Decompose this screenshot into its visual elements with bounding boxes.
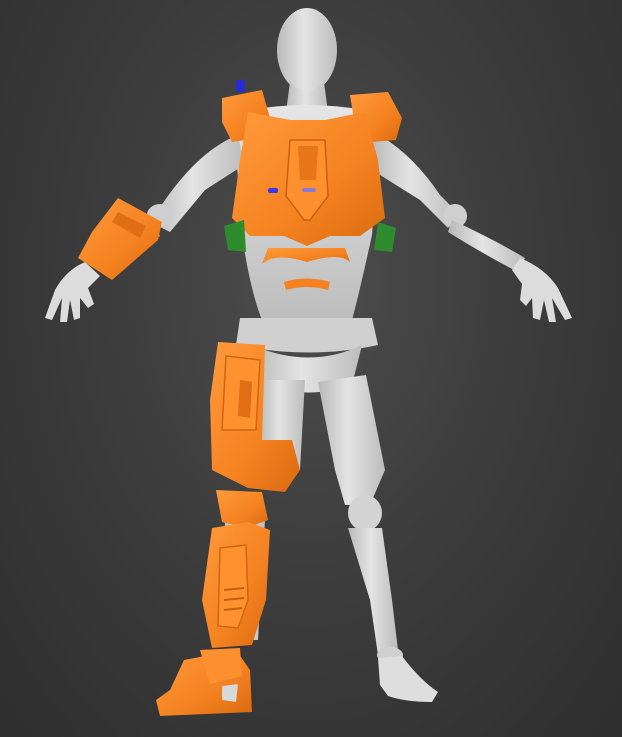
- blue-marker-icon: [236, 80, 245, 92]
- mannequin-knee-right: [348, 495, 382, 531]
- armor-thigh-groove: [238, 380, 252, 418]
- 3d-viewport[interactable]: [0, 0, 622, 737]
- mannequin-head: [277, 8, 337, 92]
- mannequin-shin-right: [348, 528, 398, 655]
- mannequin-thigh-right: [318, 375, 385, 505]
- armor-knee-pad: [216, 490, 268, 528]
- green-side-pad-right: [374, 222, 396, 252]
- blue-marker-icon: [268, 188, 278, 193]
- armor-chest-ridge: [298, 146, 318, 180]
- green-side-pad-left: [224, 220, 246, 252]
- scene-canvas[interactable]: [0, 0, 622, 737]
- mannequin-foot-right: [378, 656, 438, 702]
- mannequin[interactable]: [45, 8, 572, 702]
- purple-accent-icon: [302, 188, 316, 192]
- mannequin-hand-left: [45, 262, 100, 322]
- mannequin-hand-right: [512, 258, 572, 322]
- armor-boot-gap: [222, 684, 238, 702]
- mannequin-forearm-right: [448, 220, 525, 272]
